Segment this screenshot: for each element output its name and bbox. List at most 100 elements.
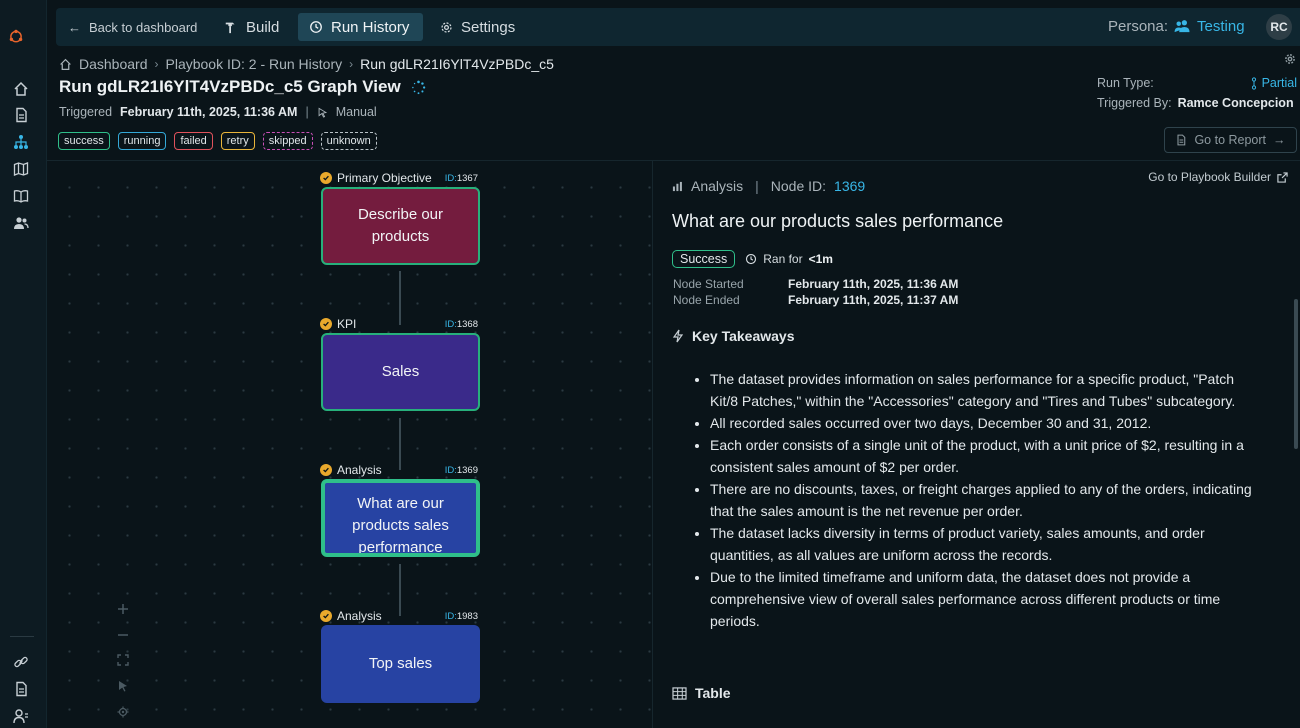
- divider: |: [755, 178, 759, 194]
- node-id-label: ID:: [444, 610, 457, 622]
- account-icon[interactable]: [12, 707, 30, 725]
- build-tab[interactable]: Build: [224, 13, 279, 41]
- zoom-in-icon[interactable]: [114, 600, 132, 618]
- settings-tab[interactable]: Settings: [440, 13, 515, 41]
- list-item: Each order consists of a single unit of …: [710, 434, 1265, 478]
- hammer-icon: [225, 22, 235, 34]
- triggered-by-value: Ramce Concepcion: [1177, 96, 1294, 110]
- started-value: February 11th, 2025, 11:36 AM: [788, 277, 959, 291]
- node-id-label: Node ID:: [770, 178, 827, 194]
- locate-icon[interactable]: [114, 703, 132, 721]
- list-item: There are no discounts, taxes, or freigh…: [710, 478, 1265, 522]
- key-takeaways-heading: Key Takeaways: [672, 328, 794, 344]
- go-to-playbook-builder-link[interactable]: Go to Playbook Builder: [1148, 170, 1288, 184]
- legend-running: running: [117, 132, 167, 150]
- file-icon[interactable]: [12, 680, 30, 698]
- node-text: What are our products sales performance: [352, 495, 449, 556]
- node-id-label: ID:: [444, 172, 457, 184]
- external-link-icon: [1277, 171, 1288, 183]
- check-icon: [320, 318, 332, 330]
- map-icon[interactable]: [12, 160, 30, 178]
- user-avatar[interactable]: RC: [1266, 14, 1292, 40]
- go-to-report-button[interactable]: Go to Report →: [1164, 127, 1297, 153]
- ended-value: February 11th, 2025, 11:37 AM: [788, 293, 959, 307]
- cursor-icon: [318, 107, 327, 118]
- graph-node[interactable]: Sales: [321, 333, 480, 411]
- node-header: Analysis ID:1369: [320, 462, 480, 478]
- node-id-label: ID:: [444, 318, 457, 330]
- zoom-out-icon[interactable]: [114, 626, 132, 644]
- node-type: Primary Objective: [337, 171, 432, 185]
- gear-icon[interactable]: [1284, 53, 1296, 65]
- breadcrumb-dashboard[interactable]: Dashboard: [79, 56, 148, 72]
- key-takeaways-title: Key Takeaways: [692, 328, 795, 344]
- persona-value: Testing: [1197, 18, 1245, 35]
- rail-divider: [10, 636, 34, 637]
- pointer-icon[interactable]: [114, 677, 132, 695]
- left-rail: [0, 0, 47, 728]
- arrow-right-icon: →: [1273, 133, 1286, 147]
- table-icon: [672, 686, 687, 700]
- node-id-value: 1983: [456, 610, 478, 622]
- detail-type: Analysis: [691, 178, 744, 194]
- node-id: ID:1368: [445, 319, 478, 330]
- persona-label: Persona:: [1108, 18, 1169, 35]
- document-icon[interactable]: [12, 106, 30, 124]
- status-legend: success running failed retry skipped unk…: [58, 132, 377, 150]
- node-header: Analysis ID:1983: [320, 608, 480, 624]
- persona-selector[interactable]: Persona: Testing: [1108, 18, 1245, 35]
- node-id: ID:1367: [445, 173, 478, 184]
- node-text: Top sales: [368, 655, 433, 672]
- table-heading: Table: [672, 685, 731, 701]
- users-icon[interactable]: [12, 214, 30, 232]
- legend-success: success: [58, 132, 110, 150]
- triggered-by-label: Triggered By:: [1097, 96, 1172, 110]
- node-id-value: 1369: [456, 464, 478, 476]
- takeaways-list: The dataset provides information on sale…: [710, 368, 1265, 632]
- divider: |: [305, 105, 309, 119]
- app-logo-icon[interactable]: [8, 28, 36, 56]
- triggered-date: February 11th, 2025, 11:36 AM: [120, 105, 298, 119]
- breadcrumb: Dashboard › Playbook ID: 2 - Run History…: [59, 56, 554, 72]
- loading-spinner-icon: [411, 80, 425, 94]
- status-badge: Success: [672, 250, 736, 268]
- check-icon: [320, 610, 332, 622]
- partial-icon: [1251, 76, 1256, 90]
- node-header: KPI ID:1368: [320, 316, 480, 332]
- legend-retry: retry: [220, 132, 255, 150]
- run-history-label: Run History: [331, 18, 410, 36]
- workflow-icon[interactable]: [12, 133, 30, 151]
- people-icon: [1174, 20, 1190, 33]
- node-id-value: 1367: [456, 172, 478, 184]
- graph-canvas[interactable]: Primary Objective ID:1367 Describe our p…: [47, 161, 653, 728]
- link-icon[interactable]: [12, 653, 30, 671]
- node-id-value: 1368: [456, 318, 478, 330]
- detail-header: Analysis | Node ID: 1369: [672, 178, 865, 194]
- breadcrumb-current-run: Run gdLR21I6YlT4VzPBDc_c5: [360, 56, 554, 72]
- graph-node[interactable]: Top sales: [321, 625, 480, 703]
- detail-scrollbar[interactable]: [1294, 299, 1298, 449]
- home-icon[interactable]: [12, 80, 30, 98]
- node-id: ID:1369: [445, 465, 478, 476]
- trigger-mode: Manual: [335, 105, 377, 119]
- list-item: All recorded sales occurred over two day…: [710, 412, 1265, 434]
- back-to-dashboard-button[interactable]: ← Back to dashboard: [68, 13, 197, 41]
- list-item: The dataset provides information on sale…: [710, 368, 1265, 412]
- detail-title: What are our products sales performance: [672, 211, 1004, 231]
- triggered-label: Triggered: [59, 105, 113, 119]
- graph-node[interactable]: Describe our products: [321, 187, 480, 265]
- run-type-label: Run Type:: [1097, 76, 1154, 90]
- home-icon: [60, 58, 71, 70]
- book-icon[interactable]: [12, 187, 30, 205]
- node-type: Analysis: [337, 463, 382, 477]
- breadcrumb-run-history[interactable]: Playbook ID: 2 - Run History: [166, 56, 343, 72]
- graph-node-selected[interactable]: What are our products sales performance: [321, 479, 480, 557]
- fit-view-icon[interactable]: [114, 651, 132, 669]
- legend-failed: failed: [174, 132, 213, 150]
- back-label: Back to dashboard: [89, 19, 198, 35]
- settings-label: Settings: [461, 18, 516, 36]
- node-id: ID:1983: [445, 611, 478, 622]
- page-title: Run gdLR21I6YlT4VzPBDc_c5 Graph View: [59, 77, 426, 97]
- run-history-tab[interactable]: Run History: [298, 13, 423, 41]
- check-icon: [320, 464, 332, 476]
